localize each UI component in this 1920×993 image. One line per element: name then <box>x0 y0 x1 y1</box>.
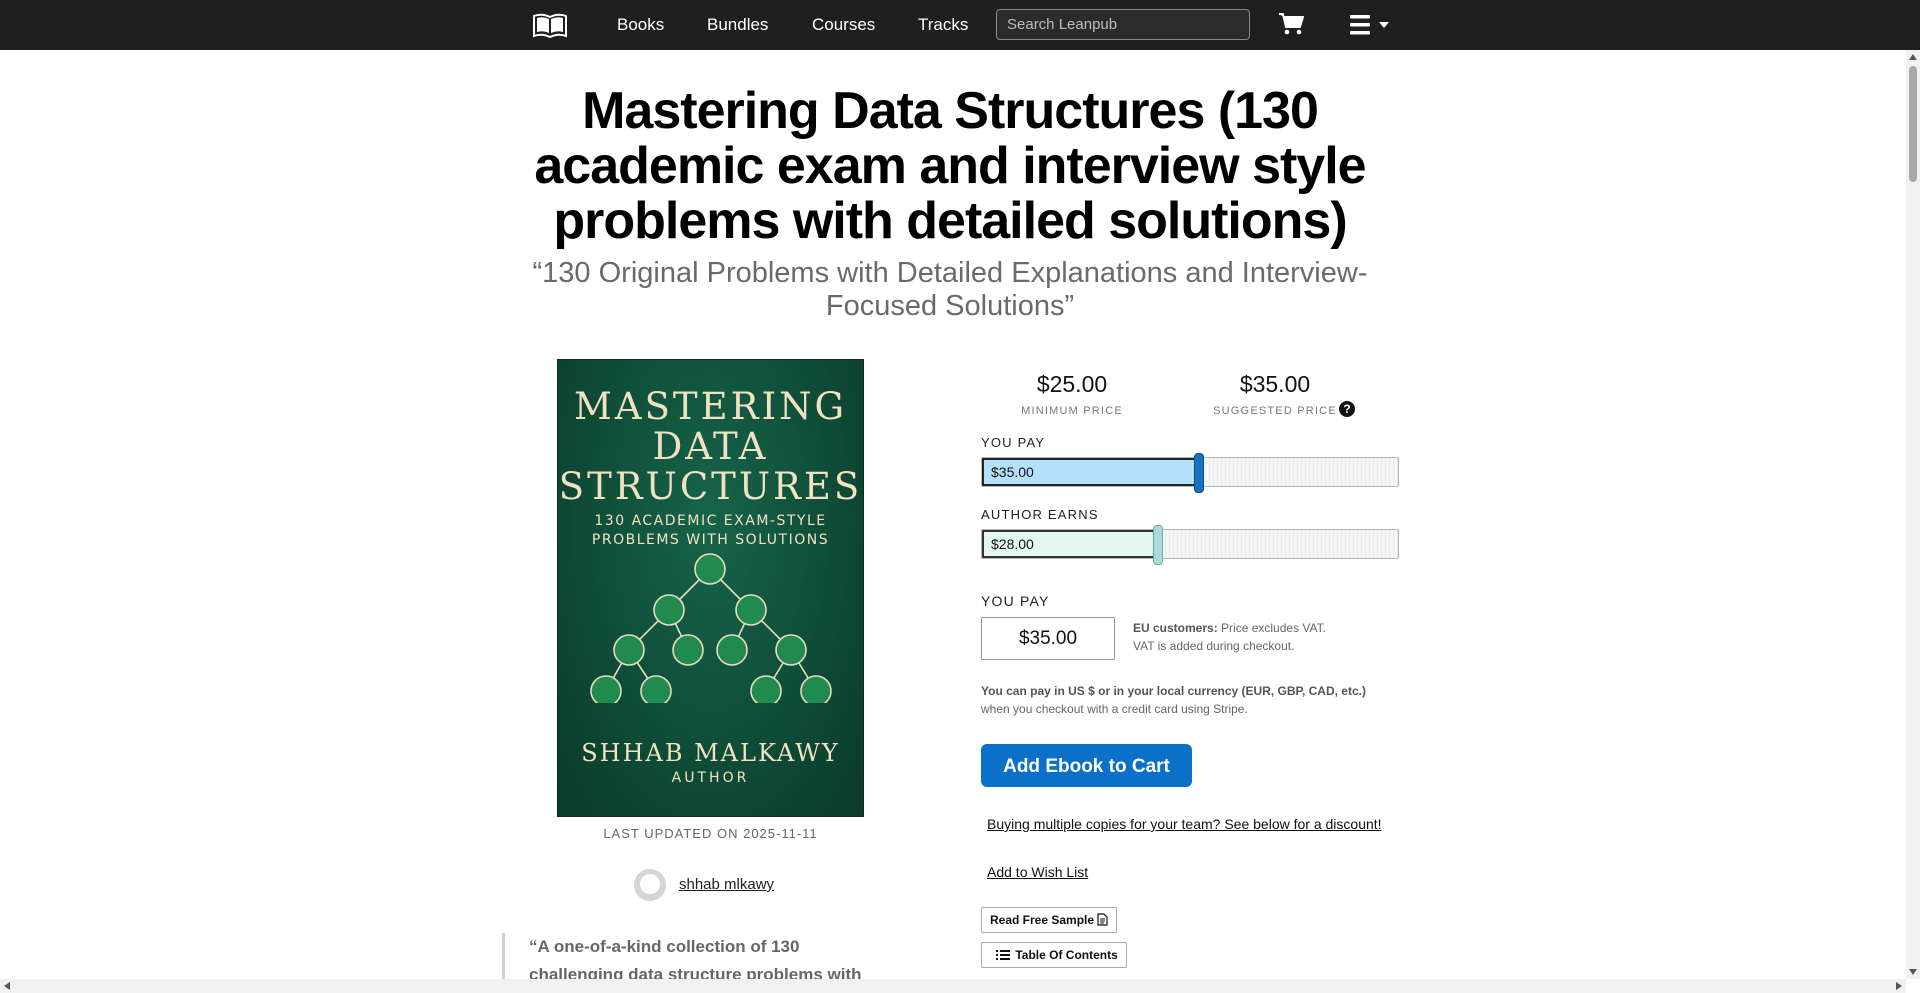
cover-author: SHHAB MALKAWY <box>581 739 840 767</box>
you-pay-input[interactable]: $35.00 <box>981 617 1115 660</box>
hamburger-menu-icon[interactable] <box>1350 14 1392 36</box>
eu-customers-label: EU customers: <box>1133 621 1218 635</box>
suggested-price: $35.00 <box>1239 371 1311 397</box>
last-updated: LAST UPDATED ON 2025-11-11 <box>603 826 818 841</box>
vertical-scrollbar[interactable] <box>1906 50 1920 979</box>
you-pay-slider[interactable]: $35.00 <box>981 453 1399 493</box>
add-to-wish-list-link[interactable]: Add to Wish List <box>987 864 1088 880</box>
you-pay-input-label: YOU PAY <box>981 593 1050 609</box>
binary-tree-illustration <box>590 553 832 703</box>
author-earns-slider-value: $28.00 <box>991 536 1034 552</box>
book-blurb-quote: “A one-of-a-kind collection of 130 chall… <box>502 933 892 979</box>
question-circle-icon[interactable]: ? <box>1339 401 1355 417</box>
scroll-up-arrow-icon[interactable] <box>1909 54 1917 60</box>
author-earns-slider-handle[interactable] <box>1153 525 1163 565</box>
scroll-left-arrow-icon[interactable] <box>4 982 10 990</box>
minimum-price: $25.00 <box>1036 371 1108 397</box>
team-discount-link[interactable]: Buying multiple copies for your team? Se… <box>987 816 1382 832</box>
nav-link-bundles[interactable]: Bundles <box>707 15 768 35</box>
scroll-down-arrow-icon[interactable] <box>1909 969 1917 975</box>
avatar[interactable] <box>634 869 666 901</box>
user-avatar-icon <box>634 869 666 901</box>
book-cover[interactable]: MASTERING DATA STRUCTURES 130 ACADEMIC E… <box>557 359 864 817</box>
nav-link-books[interactable]: Books <box>617 15 664 35</box>
table-of-contents-label: Table Of Contents <box>1015 948 1118 962</box>
list-icon <box>996 950 1010 960</box>
suggested-price-label: SUGGESTED PRICE <box>1213 405 1337 417</box>
you-pay-slider-value: $35.00 <box>991 464 1034 480</box>
minimum-price-label: MINIMUM PRICE <box>1021 405 1123 417</box>
cover-author-role: AUTHOR <box>671 770 750 786</box>
open-book-logo-icon[interactable] <box>532 11 568 39</box>
book-title: Mastering Data Structures (130 academic … <box>534 82 1366 250</box>
add-ebook-to-cart-button[interactable]: Add Ebook to Cart <box>981 744 1192 787</box>
top-navigation-bar: Books Bundles Courses Tracks <box>0 0 1920 50</box>
vertical-scrollbar-thumb[interactable] <box>1909 66 1917 182</box>
read-free-sample-label: Read Free Sample <box>990 913 1095 927</box>
cover-subtitle: 130 ACADEMIC EXAM-STYLE PROBLEMS WITH SO… <box>591 513 830 548</box>
you-pay-slider-label: YOU PAY <box>981 435 1046 450</box>
vat-note-text: VAT is added during checkout. <box>1133 639 1295 653</box>
file-pdf-icon <box>1097 913 1108 926</box>
author-earns-slider-label: AUTHOR EARNS <box>981 507 1099 522</box>
scroll-right-arrow-icon[interactable] <box>1896 982 1902 990</box>
table-of-contents-button[interactable]: Table Of Contents <box>981 942 1127 968</box>
currency-note-text: when you checkout with a credit card usi… <box>981 702 1248 716</box>
eu-note-text: Price excludes VAT. <box>1217 621 1326 635</box>
horizontal-scrollbar[interactable] <box>0 979 1906 993</box>
read-free-sample-button[interactable]: Read Free Sample <box>981 907 1118 933</box>
currency-note-bold: You can pay in US $ or in your local cur… <box>981 684 1366 698</box>
cover-title: MASTERING DATA STRUCTURES <box>558 385 863 508</box>
nav-link-tracks[interactable]: Tracks <box>918 15 968 35</box>
you-pay-slider-handle[interactable] <box>1194 453 1204 493</box>
currency-note: You can pay in US $ or in your local cur… <box>981 682 1366 718</box>
vat-note: EU customers: Price excludes VAT. VAT is… <box>1133 619 1326 655</box>
author-earns-slider[interactable]: $28.00 <box>981 525 1399 565</box>
author-link[interactable]: shhab mlkawy <box>679 876 774 893</box>
search-input[interactable] <box>996 9 1250 40</box>
nav-link-courses[interactable]: Courses <box>812 15 875 35</box>
book-subtitle: “130 Original Problems with Detailed Exp… <box>532 257 1368 322</box>
cart-icon[interactable] <box>1278 12 1304 36</box>
